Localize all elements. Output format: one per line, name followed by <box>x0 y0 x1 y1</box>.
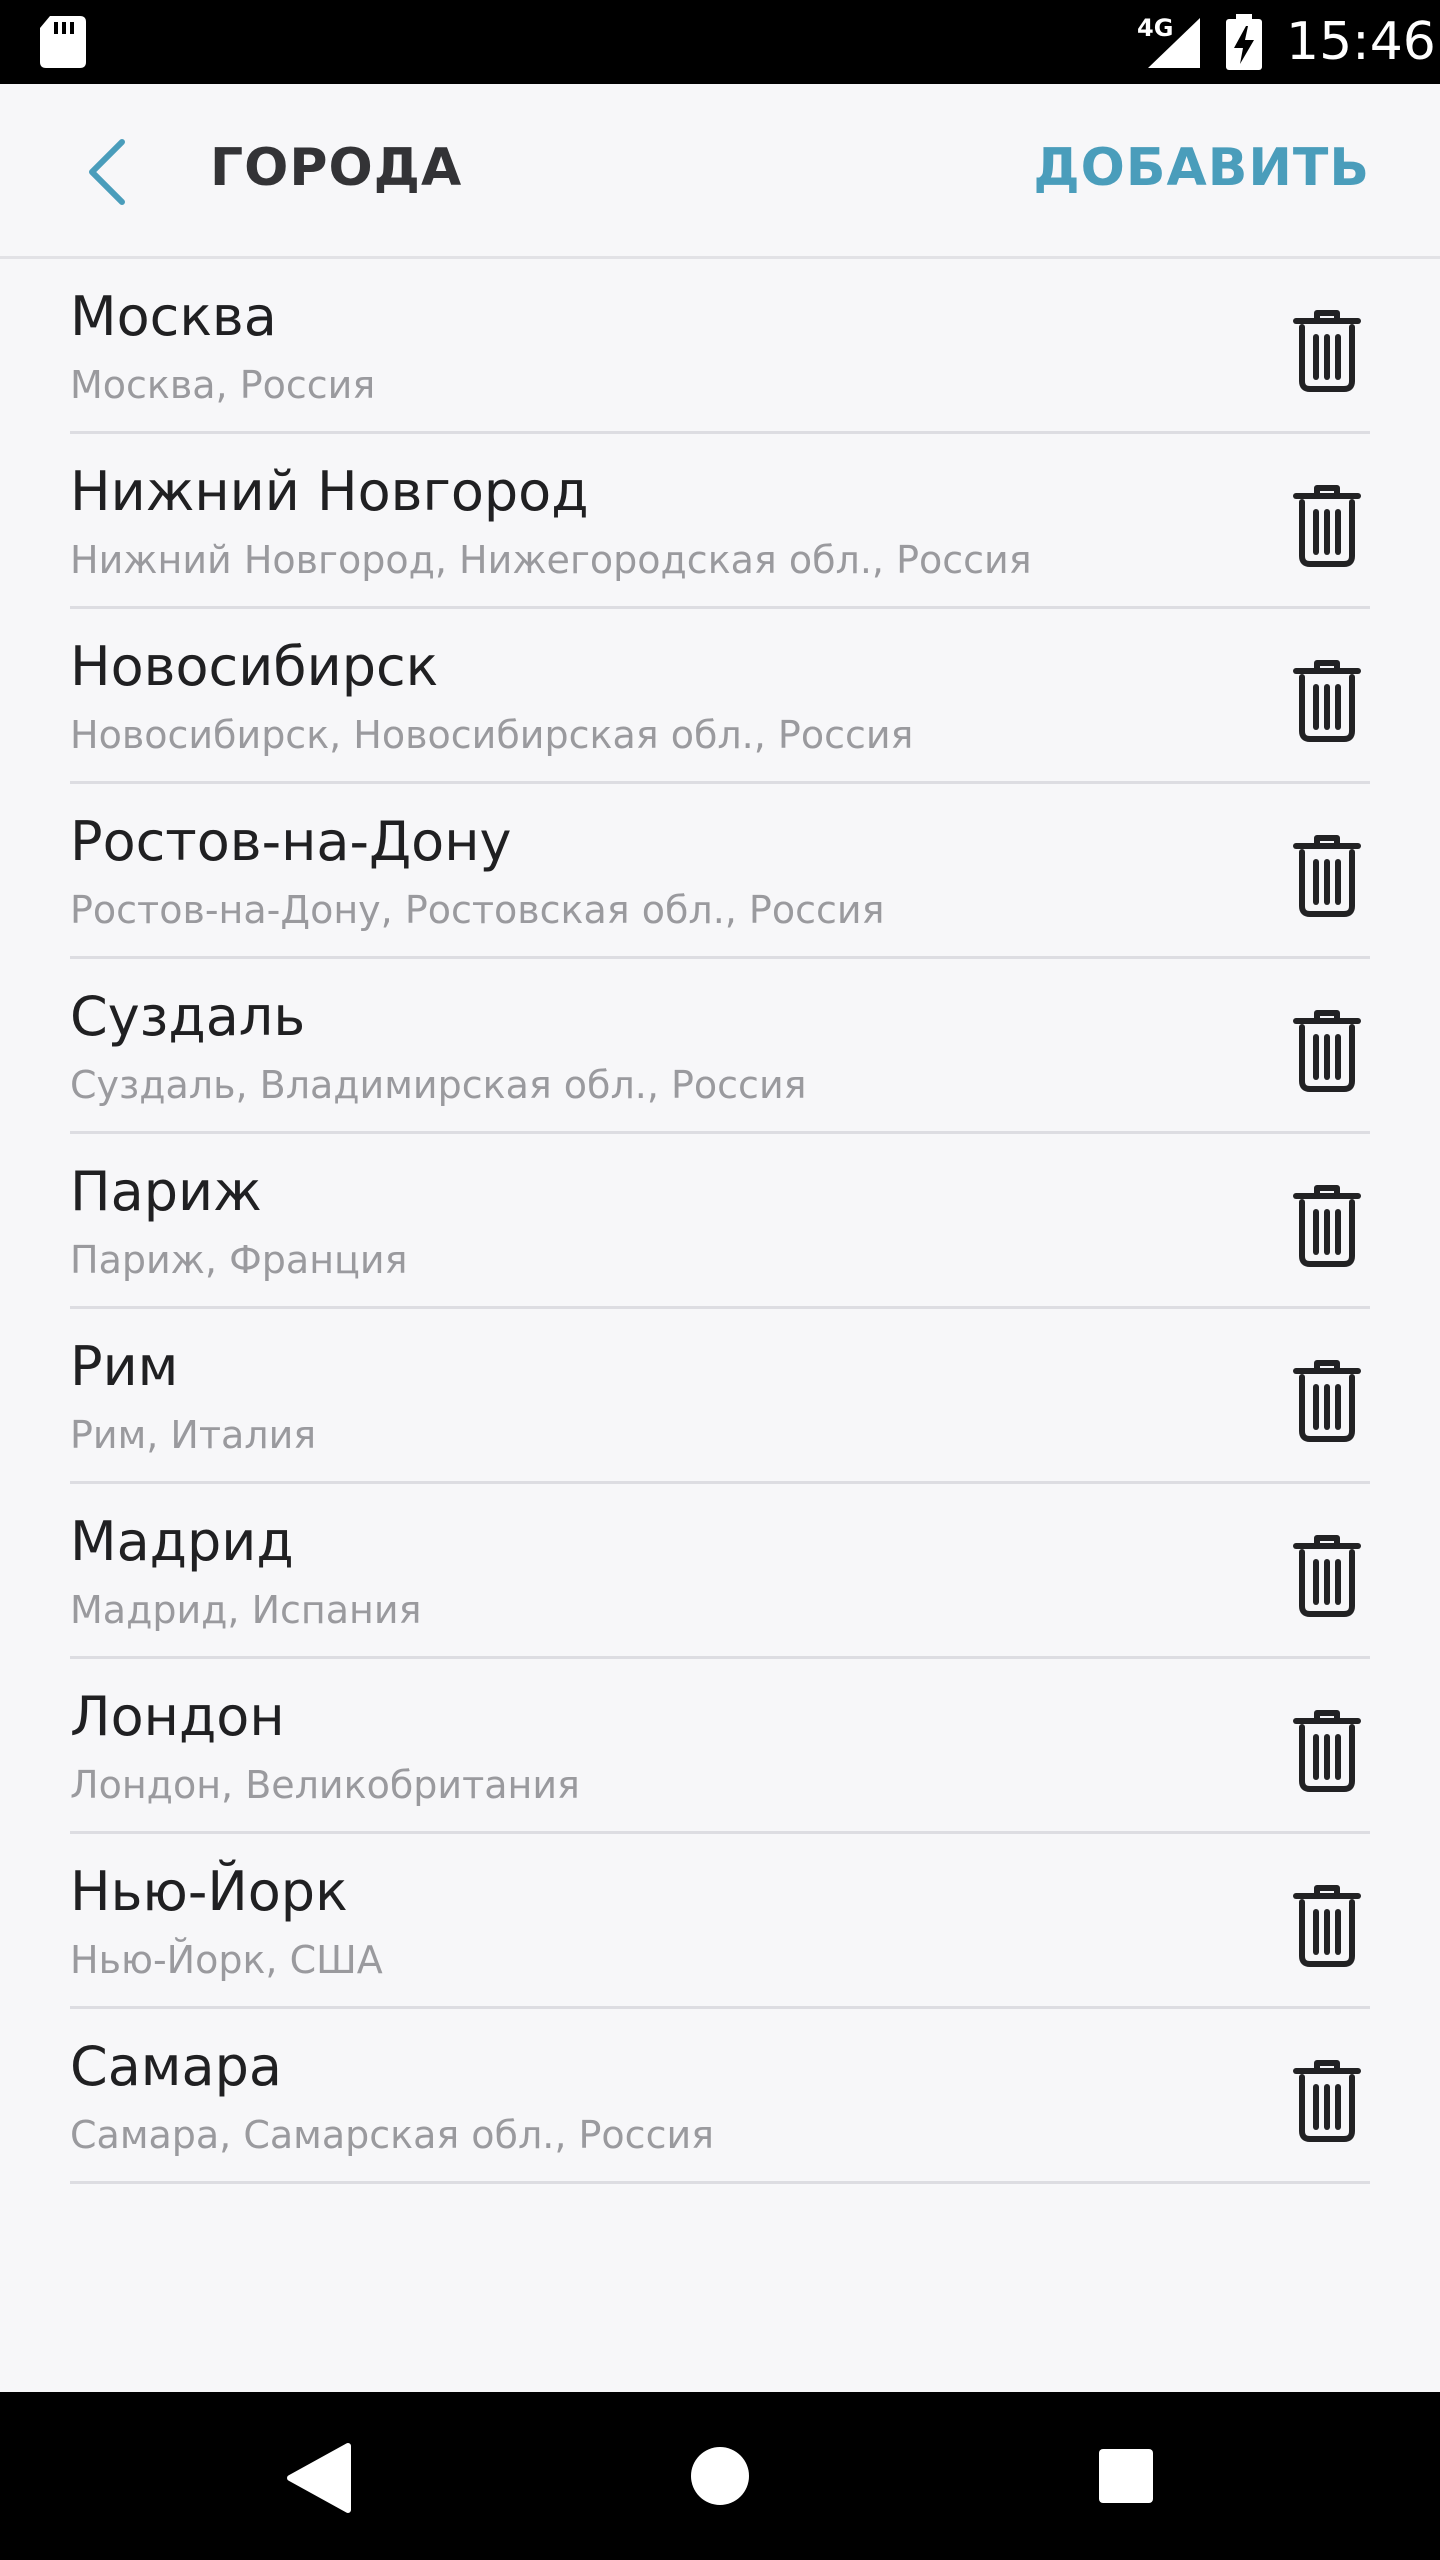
city-name: Мадрид <box>70 1510 294 1573</box>
delete-city-button[interactable] <box>1290 1359 1364 1443</box>
city-list-item[interactable]: Самара Самара, Самарская обл., Россия <box>0 2009 1440 2184</box>
city-list-item[interactable]: Париж Париж, Франция <box>0 1134 1440 1309</box>
trash-icon <box>1293 1360 1361 1442</box>
city-list-item[interactable]: Новосибирск Новосибирск, Новосибирская о… <box>0 609 1440 784</box>
status-bar: 4G 15:46 <box>0 0 1440 84</box>
city-name: Новосибирск <box>70 635 439 698</box>
app-bar: ГОРОДА ДОБАВИТЬ <box>0 84 1440 259</box>
delete-city-button[interactable] <box>1290 2059 1364 2143</box>
trash-icon <box>1293 485 1361 567</box>
city-name: Ростов-на-Дону <box>70 810 512 873</box>
nav-home-icon[interactable] <box>690 2446 750 2506</box>
chevron-left-icon <box>89 139 125 205</box>
page-title: ГОРОДА <box>210 138 463 198</box>
delete-city-button[interactable] <box>1290 1184 1364 1268</box>
city-name: Самара <box>70 2035 282 2098</box>
add-city-button[interactable]: ДОБАВИТЬ <box>1033 138 1370 198</box>
back-button[interactable] <box>70 132 142 212</box>
city-list-item[interactable]: Нью-Йорк Нью-Йорк, США <box>0 1834 1440 2009</box>
city-detail: Лондон, Великобритания <box>70 1763 580 1807</box>
city-list-item[interactable]: Суздаль Суздаль, Владимирская обл., Росс… <box>0 959 1440 1134</box>
delete-city-button[interactable] <box>1290 1884 1364 1968</box>
city-detail: Самара, Самарская обл., Россия <box>70 2113 715 2157</box>
delete-city-button[interactable] <box>1290 309 1364 393</box>
trash-icon <box>1293 1885 1361 1967</box>
trash-icon <box>1293 1185 1361 1267</box>
trash-icon <box>1293 1710 1361 1792</box>
city-detail: Мадрид, Испания <box>70 1588 422 1632</box>
delete-city-button[interactable] <box>1290 1534 1364 1618</box>
city-name: Суздаль <box>70 985 306 1048</box>
delete-city-button[interactable] <box>1290 484 1364 568</box>
city-detail: Париж, Франция <box>70 1238 408 1282</box>
trash-icon <box>1293 1535 1361 1617</box>
clock: 15:46 <box>1286 12 1436 72</box>
city-name: Рим <box>70 1335 179 1398</box>
city-detail: Нижний Новгород, Нижегородская обл., Рос… <box>70 538 1032 582</box>
city-name: Нью-Йорк <box>70 1860 348 1923</box>
delete-city-button[interactable] <box>1290 1009 1364 1093</box>
city-list-item[interactable]: Мадрид Мадрид, Испания <box>0 1484 1440 1659</box>
trash-icon <box>1293 660 1361 742</box>
city-detail: Ростов-на-Дону, Ростовская обл., Россия <box>70 888 885 932</box>
city-list-item[interactable]: Нижний Новгород Нижний Новгород, Нижегор… <box>0 434 1440 609</box>
delete-city-button[interactable] <box>1290 659 1364 743</box>
city-name: Париж <box>70 1160 262 1223</box>
nav-recents-icon[interactable] <box>1098 2448 1154 2504</box>
trash-icon <box>1293 835 1361 917</box>
city-list: Москва Москва, Россия Нижний Новгород Ни… <box>0 259 1440 2184</box>
navigation-bar <box>0 2392 1440 2560</box>
city-name: Нижний Новгород <box>70 460 589 523</box>
list-divider <box>70 2181 1370 2184</box>
city-detail: Суздаль, Владимирская обл., Россия <box>70 1063 807 1107</box>
city-detail: Москва, Россия <box>70 363 376 407</box>
delete-city-button[interactable] <box>1290 1709 1364 1793</box>
city-detail: Нью-Йорк, США <box>70 1938 383 1982</box>
city-list-item[interactable]: Москва Москва, Россия <box>0 259 1440 434</box>
signal-icon <box>1148 18 1200 68</box>
city-detail: Новосибирск, Новосибирская обл., Россия <box>70 713 914 757</box>
city-name: Лондон <box>70 1685 285 1748</box>
battery-charging-icon <box>1226 14 1262 70</box>
sd-card-icon <box>40 16 86 68</box>
delete-city-button[interactable] <box>1290 834 1364 918</box>
city-name: Москва <box>70 285 277 348</box>
city-detail: Рим, Италия <box>70 1413 317 1457</box>
city-list-item[interactable]: Ростов-на-Дону Ростов-на-Дону, Ростовска… <box>0 784 1440 959</box>
trash-icon <box>1293 1010 1361 1092</box>
trash-icon <box>1293 310 1361 392</box>
city-list-item[interactable]: Рим Рим, Италия <box>0 1309 1440 1484</box>
nav-back-icon[interactable] <box>284 2440 354 2516</box>
trash-icon <box>1293 2060 1361 2142</box>
city-list-item[interactable]: Лондон Лондон, Великобритания <box>0 1659 1440 1834</box>
